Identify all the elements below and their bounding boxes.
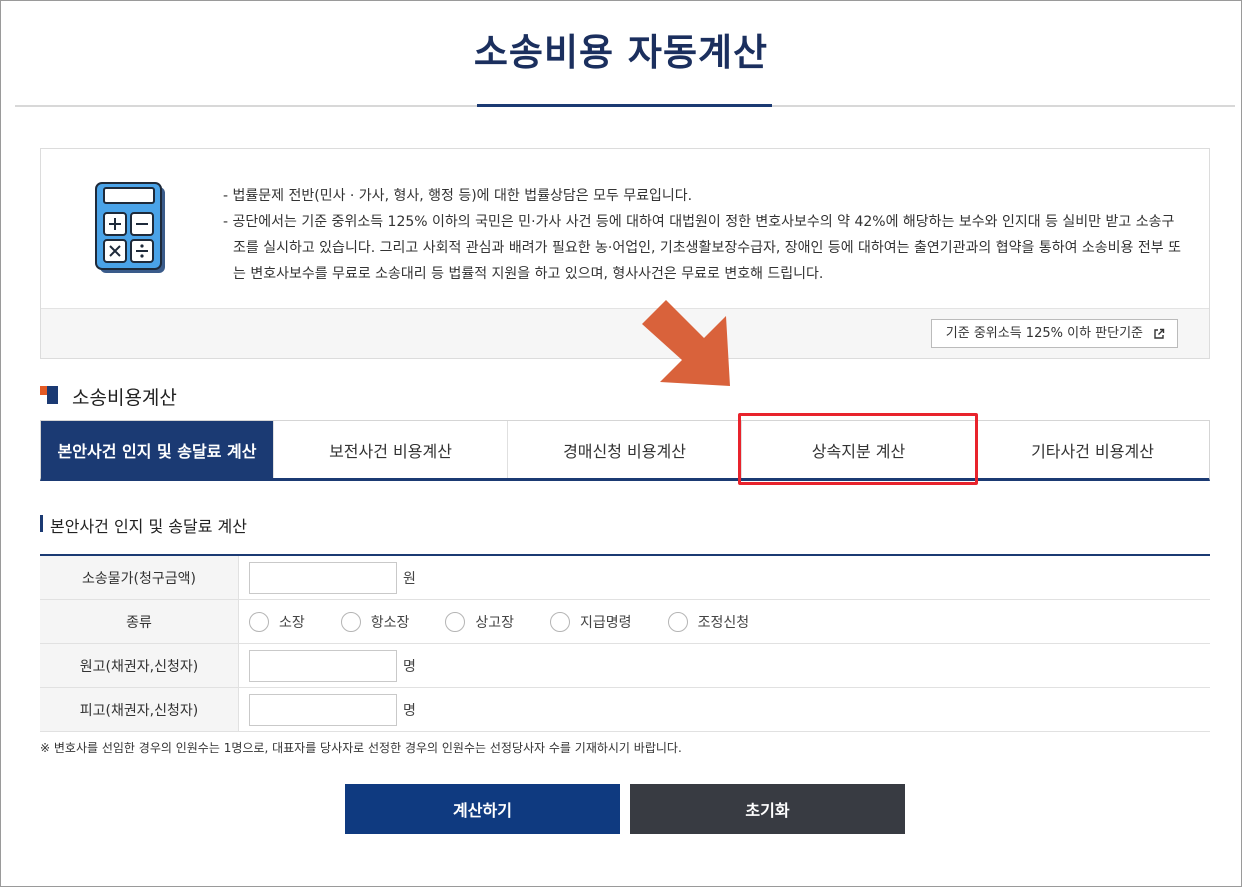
info-line: - 법률문제 전반(민사 · 가사, 형사, 행정 등)에 대한 법률상담은 모…	[223, 188, 693, 204]
tab-preservation[interactable]: 보전사건 비용계산	[274, 421, 508, 478]
amount-unit: 원	[403, 570, 416, 587]
tab-other[interactable]: 기타사건 비용계산	[976, 421, 1209, 478]
calculate-button[interactable]: 계산하기	[345, 784, 620, 834]
pointer-arrow-icon	[642, 300, 730, 386]
section-title-text: 소송비용계산	[72, 387, 177, 409]
info-line: - 공단에서는 기준 중위소득 125% 이하의 국민은 민·가사 사건 등에 …	[223, 214, 1181, 282]
form-row-plaintiff: 원고(채권자,신청자) 명	[40, 644, 1210, 688]
page-title: 소송비용 자동계산	[473, 31, 769, 74]
form-row-defendant: 피고(채권자,신청자) 명	[40, 688, 1210, 732]
radio-label: 지급명령	[580, 614, 632, 631]
kind-label: 종류	[40, 600, 239, 643]
info-box: - 법률문제 전반(민사 · 가사, 형사, 행정 등)에 대한 법률상담은 모…	[40, 148, 1210, 359]
radio-payment-order[interactable]: 지급명령	[550, 611, 632, 632]
amount-label: 소송물가(청구금액)	[40, 556, 239, 599]
radio-appeal[interactable]: 항소장	[340, 611, 410, 632]
tab-main-case[interactable]: 본안사건 인지 및 송달료 계산	[41, 421, 274, 478]
calculation-tabs: 본안사건 인지 및 송달료 계산 보전사건 비용계산 경매신청 비용계산 상속지…	[40, 420, 1210, 481]
radio-label: 상고장	[475, 614, 515, 631]
defendant-field-cell: 명	[239, 688, 1210, 731]
plaintiff-field-cell: 명	[239, 644, 1210, 687]
radio-button[interactable]	[445, 611, 466, 632]
defendant-label: 피고(채권자,신청자)	[40, 688, 239, 731]
radio-complaint[interactable]: 소장	[249, 611, 305, 632]
highlight-box	[738, 413, 978, 485]
radio-button[interactable]	[550, 611, 571, 632]
form-row-amount: 소송물가(청구금액) 원	[40, 556, 1210, 600]
radio-button[interactable]	[667, 611, 688, 632]
kind-options: 소장 항소장 상고장 지급명령 조정신청	[239, 600, 1210, 643]
defendant-count-input[interactable]	[249, 693, 397, 726]
amount-input[interactable]	[249, 561, 397, 594]
criteria-link-label: 기준 중위소득 125% 이하 판단기준	[945, 326, 1143, 341]
radio-button[interactable]	[340, 611, 361, 632]
plaintiff-count-input[interactable]	[249, 649, 397, 682]
tab-auction[interactable]: 경매신청 비용계산	[508, 421, 742, 478]
form-note: ※ 변호사를 선임한 경우의 인원수는 1명으로, 대표자를 당사자로 선정한 …	[40, 741, 682, 755]
title-accent-bar	[477, 104, 772, 107]
radio-label: 조정신청	[697, 614, 750, 631]
section-title-mark	[47, 386, 58, 404]
form-row-kind: 종류 소장 항소장 상고장 지급명령 조정신청	[40, 600, 1210, 644]
radio-mediation[interactable]: 조정신청	[667, 611, 750, 632]
radio-label: 소장	[279, 614, 305, 631]
plaintiff-label: 원고(채권자,신청자)	[40, 644, 239, 687]
calculation-form: 소송물가(청구금액) 원 종류 소장 항소장 상고장 지급명령 조정신청 원고(…	[40, 554, 1210, 732]
calculator-icon	[95, 182, 165, 273]
info-text: - 법률문제 전반(민사 · 가사, 형사, 행정 등)에 대한 법률상담은 모…	[223, 183, 1183, 287]
defendant-unit: 명	[403, 702, 416, 719]
radio-final-appeal[interactable]: 상고장	[445, 611, 515, 632]
amount-field-cell: 원	[239, 556, 1210, 599]
external-link-icon	[1154, 328, 1165, 339]
radio-label: 항소장	[370, 614, 410, 631]
reset-button[interactable]: 초기화	[630, 784, 905, 834]
form-title: 본안사건 인지 및 송달료 계산	[40, 513, 247, 537]
criteria-link-button[interactable]: 기준 중위소득 125% 이하 판단기준	[930, 319, 1178, 348]
plaintiff-unit: 명	[403, 658, 416, 675]
radio-button[interactable]	[249, 611, 269, 632]
